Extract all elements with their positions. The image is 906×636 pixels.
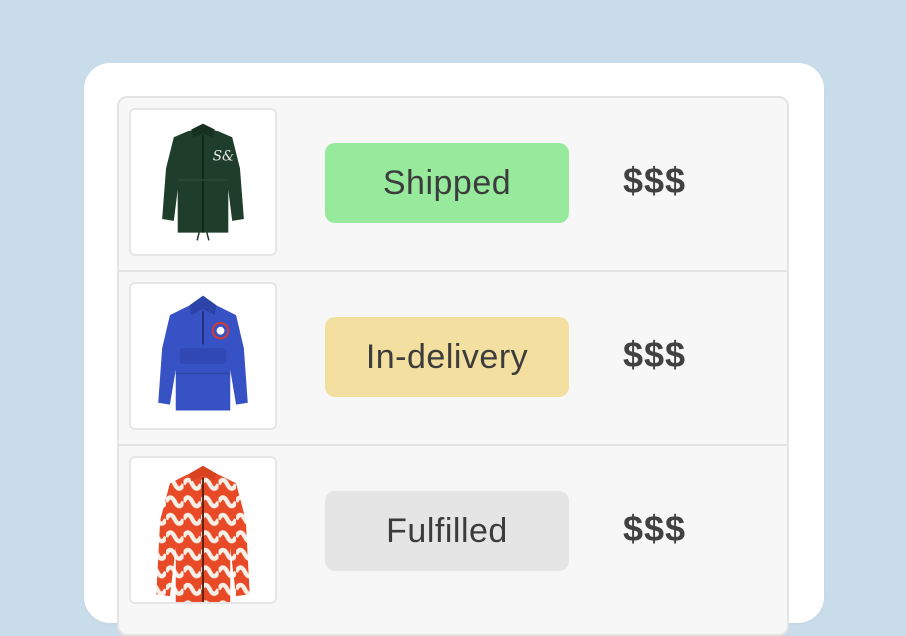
product-thumbnail[interactable] xyxy=(129,282,277,430)
status-badge: Fulfilled xyxy=(325,491,569,571)
price-label: $$$ xyxy=(623,160,687,201)
orange-jacket-icon xyxy=(156,465,250,602)
product-thumbnail[interactable] xyxy=(129,456,277,604)
order-row[interactable]: In-delivery $$$ xyxy=(119,272,787,446)
orders-table: S& Shipped $$$ In-delivery $$$ Fulfilled… xyxy=(117,96,789,636)
status-badge: In-delivery xyxy=(325,317,569,397)
product-thumbnail[interactable]: S& xyxy=(129,108,277,256)
status-badge: Shipped xyxy=(325,143,569,223)
price-label: $$$ xyxy=(623,508,687,549)
order-row[interactable]: S& Shipped $$$ xyxy=(119,98,787,272)
order-row[interactable]: Fulfilled $$$ xyxy=(119,446,787,620)
price-label: $$$ xyxy=(623,334,687,375)
blue-jacket-icon xyxy=(158,295,248,411)
green-jacket-icon: S& xyxy=(162,123,244,241)
svg-text:S&: S& xyxy=(213,149,234,165)
